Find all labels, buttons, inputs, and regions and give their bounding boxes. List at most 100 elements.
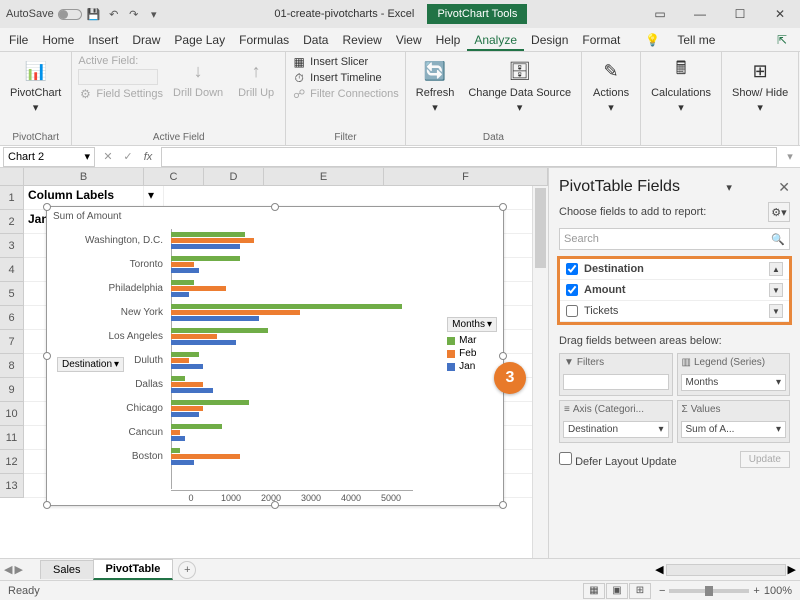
tab-view[interactable]: View bbox=[389, 29, 429, 51]
col-header[interactable]: B bbox=[24, 168, 144, 186]
update-button[interactable]: Update bbox=[740, 451, 790, 468]
field-pill[interactable]: Destination▾ bbox=[563, 421, 669, 438]
save-icon[interactable]: 💾 bbox=[86, 6, 102, 22]
gear-icon[interactable]: ⚙▾ bbox=[768, 202, 790, 222]
pane-menu-icon[interactable]: ▾ bbox=[726, 181, 732, 194]
row-header[interactable]: 12 bbox=[0, 450, 24, 474]
tab-home[interactable]: Home bbox=[35, 29, 81, 51]
sheet-tab-pivottable[interactable]: PivotTable bbox=[93, 559, 174, 580]
field-pill[interactable]: Months▾ bbox=[681, 374, 787, 391]
values-area[interactable]: ΣValues Sum of A...▾ bbox=[677, 400, 791, 443]
zoom-in-icon[interactable]: + bbox=[753, 585, 759, 597]
page-layout-icon[interactable]: ▣ bbox=[606, 583, 628, 599]
close-pane-icon[interactable]: ✕ bbox=[778, 179, 790, 196]
tab-pagelayout[interactable]: Page Lay bbox=[167, 29, 232, 51]
normal-view-icon[interactable]: ▦ bbox=[583, 583, 605, 599]
field-item[interactable]: Tickets▼ bbox=[560, 301, 789, 322]
zoom-out-icon[interactable]: − bbox=[659, 585, 665, 597]
pivotchart[interactable]: Sum of Amount Washington, D.C.TorontoPhi… bbox=[46, 206, 504, 506]
resize-handle[interactable] bbox=[271, 203, 279, 211]
legend-area[interactable]: ▥Legend (Series) Months▾ bbox=[677, 353, 791, 396]
autosave-toggle[interactable]: AutoSave bbox=[6, 8, 82, 20]
row-header[interactable]: 4 bbox=[0, 258, 24, 282]
insert-slicer-button[interactable]: ▦Insert Slicer bbox=[292, 55, 399, 69]
add-sheet-button[interactable]: + bbox=[178, 561, 196, 579]
defer-update-checkbox[interactable]: Defer Layout Update bbox=[559, 452, 677, 468]
tab-design[interactable]: Design bbox=[524, 29, 575, 51]
resize-handle[interactable] bbox=[43, 501, 51, 509]
tab-file[interactable]: File bbox=[2, 29, 35, 51]
legend-field-button[interactable]: Months▾ bbox=[447, 317, 497, 332]
tab-review[interactable]: Review bbox=[335, 29, 388, 51]
zoom-slider[interactable] bbox=[669, 589, 749, 593]
axis-field-button[interactable]: Destination▾ bbox=[57, 357, 124, 372]
tab-draw[interactable]: Draw bbox=[125, 29, 167, 51]
page-break-icon[interactable]: ⊞ bbox=[629, 583, 651, 599]
row-header[interactable]: 8 bbox=[0, 354, 24, 378]
tab-insert[interactable]: Insert bbox=[81, 29, 125, 51]
refresh-button[interactable]: 🔄Refresh▾ bbox=[412, 55, 459, 116]
scroll-thumb[interactable] bbox=[535, 188, 546, 268]
formula-input[interactable] bbox=[161, 147, 777, 167]
qat-dropdown-icon[interactable]: ▾ bbox=[146, 6, 162, 22]
horizontal-scrollbar[interactable] bbox=[666, 564, 786, 576]
field-pill[interactable]: Sum of A...▾ bbox=[681, 421, 787, 438]
col-header[interactable]: D bbox=[204, 168, 264, 186]
zoom-level[interactable]: 100% bbox=[764, 585, 792, 597]
tab-data[interactable]: Data bbox=[296, 29, 335, 51]
calculations-button[interactable]: 🖩Calculations▾ bbox=[647, 55, 715, 116]
filters-area[interactable]: ▼Filters bbox=[559, 353, 673, 396]
hscroll-right-icon[interactable]: ▶ bbox=[788, 563, 796, 576]
sheet-tab-sales[interactable]: Sales bbox=[40, 560, 94, 579]
resize-handle[interactable] bbox=[499, 352, 507, 360]
undo-icon[interactable]: ↶ bbox=[106, 6, 122, 22]
cancel-icon[interactable]: ✕ bbox=[98, 147, 118, 167]
row-header[interactable]: 11 bbox=[0, 426, 24, 450]
col-header[interactable]: F bbox=[384, 168, 548, 186]
fx-icon[interactable]: fx bbox=[138, 147, 158, 167]
resize-handle[interactable] bbox=[499, 203, 507, 211]
insert-timeline-button[interactable]: ⏱Insert Timeline bbox=[292, 71, 399, 85]
redo-icon[interactable]: ↷ bbox=[126, 6, 142, 22]
close-button[interactable]: ✕ bbox=[760, 0, 800, 28]
field-settings-button[interactable]: ⚙Field Settings bbox=[78, 87, 163, 101]
resize-handle[interactable] bbox=[499, 501, 507, 509]
resize-handle[interactable] bbox=[43, 203, 51, 211]
tell-me-search[interactable]: 💡Tell me bbox=[631, 25, 729, 55]
hscroll-left-icon[interactable]: ◀ bbox=[655, 563, 663, 576]
actions-button[interactable]: ✎Actions▾ bbox=[588, 55, 634, 116]
tab-nav-next-icon[interactable]: ▶ bbox=[14, 563, 22, 576]
select-all[interactable] bbox=[0, 168, 24, 186]
row-header[interactable]: 2 bbox=[0, 210, 24, 234]
col-header[interactable]: C bbox=[144, 168, 204, 186]
resize-handle[interactable] bbox=[43, 352, 51, 360]
row-header[interactable]: 3 bbox=[0, 234, 24, 258]
tab-nav-prev-icon[interactable]: ◀ bbox=[4, 563, 12, 576]
field-item[interactable]: Destination▲ bbox=[560, 259, 789, 280]
row-header[interactable]: 10 bbox=[0, 402, 24, 426]
fields-search[interactable]: Search 🔍 bbox=[559, 228, 790, 250]
share-button[interactable]: ⇱ bbox=[770, 29, 794, 51]
worksheet[interactable]: B C D E F 12345678910111213 Column Label… bbox=[0, 168, 548, 558]
pivotchart-button[interactable]: 📊 PivotChart▾ bbox=[6, 55, 65, 116]
row-header[interactable]: 1 bbox=[0, 186, 24, 210]
row-header[interactable]: 6 bbox=[0, 306, 24, 330]
row-header[interactable]: 9 bbox=[0, 378, 24, 402]
active-field-input[interactable] bbox=[78, 69, 158, 85]
row-header[interactable]: 5 bbox=[0, 282, 24, 306]
tab-format[interactable]: Format bbox=[575, 29, 627, 51]
col-header[interactable]: E bbox=[264, 168, 384, 186]
enter-icon[interactable]: ✓ bbox=[118, 147, 138, 167]
field-item[interactable]: Amount▼ bbox=[560, 280, 789, 301]
tab-formulas[interactable]: Formulas bbox=[232, 29, 296, 51]
change-source-button[interactable]: 🗄Change Data Source▾ bbox=[464, 55, 575, 116]
expand-formula-icon[interactable]: ▾ bbox=[780, 147, 800, 167]
axis-area[interactable]: ≡Axis (Categori... Destination▾ bbox=[559, 400, 673, 443]
tab-help[interactable]: Help bbox=[429, 29, 468, 51]
row-header[interactable]: 13 bbox=[0, 474, 24, 498]
vertical-scrollbar[interactable] bbox=[532, 186, 548, 558]
name-box[interactable]: Chart 2▾ bbox=[3, 147, 95, 167]
show-hide-button[interactable]: ⊞Show/ Hide▾ bbox=[728, 55, 792, 116]
row-header[interactable]: 7 bbox=[0, 330, 24, 354]
tab-analyze[interactable]: Analyze bbox=[467, 29, 524, 51]
